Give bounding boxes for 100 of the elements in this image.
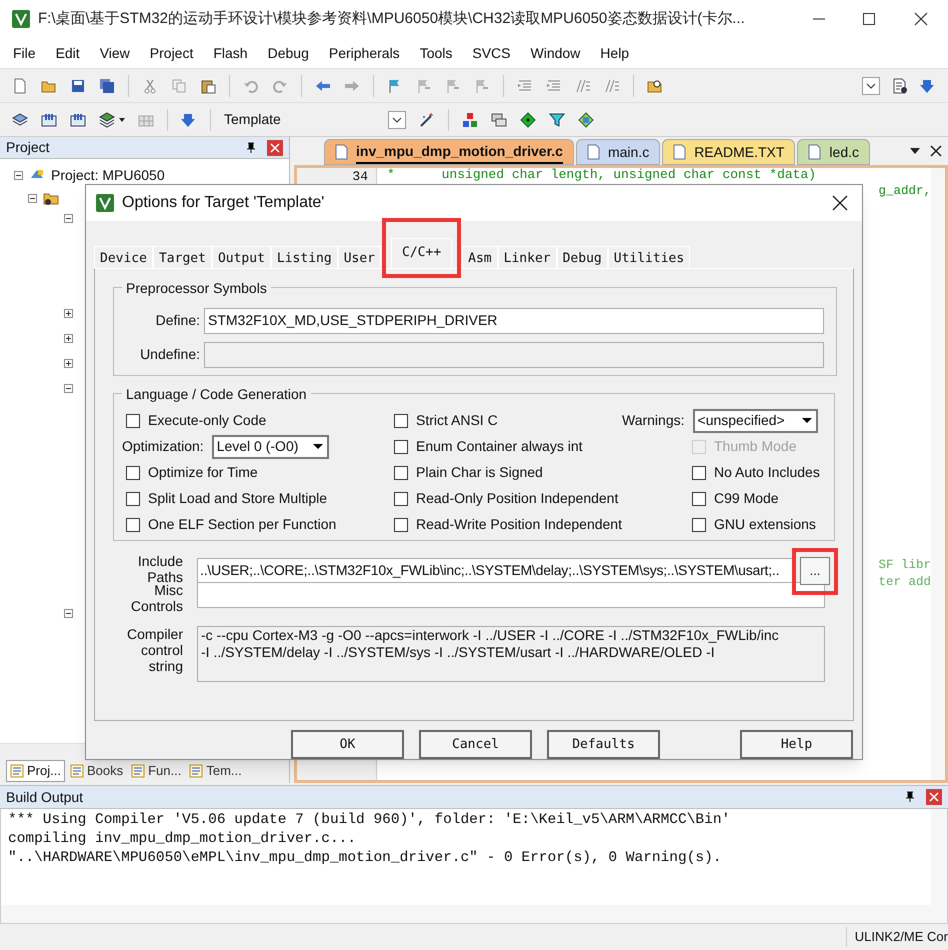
- build-icon[interactable]: [41, 112, 57, 128]
- close-icon[interactable]: [832, 195, 848, 211]
- editor-tab[interactable]: led.c: [797, 139, 870, 165]
- dialog-tab[interactable]: Debug: [556, 246, 608, 268]
- panel-tab[interactable]: Proj...: [6, 760, 65, 782]
- stack-icon[interactable]: [12, 112, 28, 128]
- dialog-tab[interactable]: C/C++: [391, 238, 452, 268]
- caret-icon[interactable]: [119, 118, 125, 122]
- paste-icon[interactable]: [200, 78, 216, 94]
- maximize-icon[interactable]: [861, 11, 877, 27]
- collapse-icon[interactable]: [64, 384, 73, 393]
- menu-item[interactable]: Edit: [46, 42, 90, 64]
- dialog-tab[interactable]: Output: [212, 246, 271, 268]
- collapse-icon[interactable]: [28, 194, 37, 202]
- diamond-icon[interactable]: [520, 112, 536, 128]
- menu-item[interactable]: Debug: [258, 42, 319, 64]
- menu-item[interactable]: View: [90, 42, 140, 64]
- dialog-tab[interactable]: Listing: [270, 246, 338, 268]
- comment-icon[interactable]: [575, 78, 591, 94]
- collapse-icon[interactable]: [64, 214, 73, 223]
- checkbox[interactable]: [126, 466, 140, 480]
- dialog-button[interactable]: OK: [291, 730, 404, 759]
- funnel-icon[interactable]: [549, 112, 565, 128]
- dialog-tab[interactable]: Asm: [462, 246, 498, 268]
- panel-tab[interactable]: Fun...: [128, 760, 184, 782]
- dialog-button[interactable]: Cancel: [419, 730, 532, 759]
- menu-item[interactable]: Window: [520, 42, 590, 64]
- checkbox[interactable]: [394, 466, 408, 480]
- indent-icon[interactable]: [546, 78, 562, 94]
- download-icon[interactable]: [181, 112, 197, 128]
- comment-icon[interactable]: [604, 78, 620, 94]
- build-icon[interactable]: [70, 112, 86, 128]
- editor-tab[interactable]: inv_mpu_dmp_motion_driver.c: [324, 139, 574, 165]
- misc-controls-field[interactable]: [197, 582, 825, 608]
- dialog-tab[interactable]: Device: [94, 246, 153, 268]
- new-file-icon[interactable]: [12, 78, 28, 94]
- browse-button[interactable]: ...: [800, 556, 830, 585]
- dropdown-icon[interactable]: [862, 76, 880, 94]
- expand-icon[interactable]: [64, 309, 73, 318]
- layers-icon[interactable]: [99, 112, 115, 128]
- checkbox[interactable]: [394, 414, 408, 428]
- dropdown-select[interactable]: Level 0 (-O0): [212, 434, 329, 459]
- pin-icon[interactable]: [245, 142, 257, 154]
- dialog-tab[interactable]: Target: [152, 246, 212, 268]
- menu-item[interactable]: Tools: [410, 42, 462, 64]
- target-select[interactable]: Template: [218, 108, 406, 132]
- menu-item[interactable]: Help: [590, 42, 640, 64]
- blocks-icon[interactable]: [462, 112, 478, 128]
- define-field[interactable]: STM32F10X_MD,USE_STDPERIPH_DRIVER: [204, 308, 824, 334]
- find-folder-icon[interactable]: [647, 78, 663, 94]
- save-all-icon[interactable]: [99, 78, 115, 94]
- checkbox[interactable]: [692, 492, 706, 506]
- undefine-field[interactable]: [204, 342, 824, 368]
- close-icon[interactable]: [913, 11, 929, 27]
- checkbox-label: Split Load and Store Multiple: [148, 489, 327, 508]
- collapse-icon[interactable]: [64, 609, 73, 618]
- dialog-tab[interactable]: User: [338, 246, 382, 268]
- menu-item[interactable]: File: [3, 42, 46, 64]
- checkbox[interactable]: [126, 414, 140, 428]
- chip-icon[interactable]: [578, 112, 594, 128]
- dialog-title: Options for Target 'Template': [122, 193, 324, 213]
- compiler-string-field[interactable]: -c --cpu Cortex-M3 -g -O0 --apcs=interwork -I ../USER -I ../CORE -I ../STM32F10x_FWLib/inc -I ../SYSTEM/delay -I ../SYSTEM/sys -I ../SYSTEM/usart -I ../HARDWARE/OLED -I: [197, 626, 825, 682]
- menu-item[interactable]: Project: [140, 42, 204, 64]
- editor-tab[interactable]: main.c: [576, 139, 660, 165]
- menu-item[interactable]: SVCS: [462, 42, 520, 64]
- panel-tab[interactable]: Tem...: [186, 760, 245, 782]
- document-icon: [586, 144, 600, 160]
- menu-item[interactable]: Flash: [203, 42, 258, 64]
- caret-icon[interactable]: [910, 148, 920, 154]
- expand-icon[interactable]: [64, 359, 73, 368]
- checkbox[interactable]: [394, 440, 408, 454]
- dialog-button[interactable]: Defaults: [547, 730, 660, 759]
- download-icon[interactable]: [920, 78, 936, 94]
- expand-icon[interactable]: [64, 334, 73, 343]
- tab-icon: [131, 764, 146, 778]
- wand-icon[interactable]: [419, 112, 435, 128]
- windows-icon[interactable]: [491, 112, 507, 128]
- collapse-icon[interactable]: [14, 171, 23, 180]
- include-paths-field[interactable]: ..\USER;..\CORE;..\STM32F10x_FWLib\inc;..\SYSTEM\delay;..\SYSTEM\sys;..\SYSTEM\usart;..: [197, 558, 793, 584]
- checkbox[interactable]: [126, 518, 140, 532]
- checkbox[interactable]: [394, 492, 408, 506]
- dialog-tab[interactable]: Utilities: [608, 246, 690, 268]
- checkbox[interactable]: [126, 492, 140, 506]
- save-icon[interactable]: [70, 78, 86, 94]
- dialog-tab[interactable]: Linker: [498, 246, 557, 268]
- menu-item[interactable]: Peripherals: [318, 42, 410, 64]
- dialog-button[interactable]: Help: [740, 730, 853, 759]
- line-number: 34: [352, 170, 368, 184]
- horizontal-scrollbar[interactable]: [0, 905, 948, 923]
- tree-item[interactable]: Project: MPU6050: [51, 165, 165, 186]
- indent-icon[interactable]: [517, 78, 533, 94]
- pin-icon[interactable]: [904, 791, 916, 803]
- checkbox[interactable]: [692, 518, 706, 532]
- checkbox[interactable]: [394, 518, 408, 532]
- document-gear-icon[interactable]: [892, 78, 908, 94]
- dropdown-select[interactable]: <unspecified>: [692, 408, 818, 433]
- panel-tab[interactable]: Books: [66, 760, 126, 782]
- checkbox[interactable]: [692, 466, 706, 480]
- editor-tab[interactable]: README.TXT: [662, 139, 796, 165]
- close-icon[interactable]: [930, 145, 942, 157]
